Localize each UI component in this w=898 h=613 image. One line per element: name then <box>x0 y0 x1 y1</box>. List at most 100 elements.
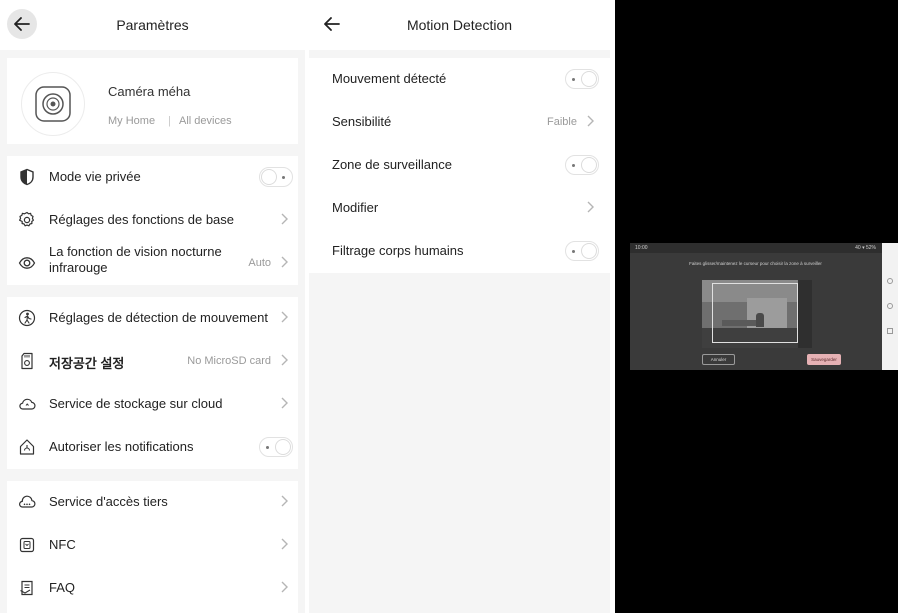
toggle-dot <box>572 250 575 253</box>
motion-row-label: Sensibilité <box>332 114 392 129</box>
page-title: Motion Detection <box>406 17 513 33</box>
settings-row-night-vision[interactable]: La fonction de vision nocturne infraroug… <box>7 242 298 285</box>
motion-row-edit[interactable]: Modifier <box>309 187 610 230</box>
settings-row-nfc[interactable]: NFC <box>7 524 298 567</box>
status-indicators: 40 ▾ 52% <box>855 245 876 251</box>
settings-row-cloud-storage[interactable]: Service de stockage sur cloud <box>7 383 298 426</box>
chevron-right-icon <box>281 495 288 507</box>
save-button[interactable]: Sauvegarder <box>807 354 841 365</box>
motion-row-detected[interactable]: Mouvement détecté <box>309 58 610 101</box>
camera-device-image <box>21 72 85 136</box>
third-party-cloud-icon <box>19 495 36 508</box>
sensitivity-value: Faible <box>547 116 577 128</box>
settings-group-2: Réglages de détection de mouvement 저장공간 … <box>7 297 298 469</box>
toggle-dot <box>572 78 575 81</box>
motion-row-label: Mouvement détecté <box>332 71 447 86</box>
motion-row-sensitivity[interactable]: Sensibilité Faible <box>309 101 610 144</box>
chevron-right-icon <box>281 397 288 409</box>
preview-column <box>798 280 812 348</box>
status-time: 10:00 <box>635 245 648 251</box>
chevron-right-icon <box>281 256 288 268</box>
cancel-button[interactable]: Annuler <box>702 354 735 365</box>
toggle-knob <box>581 157 597 173</box>
eye-icon <box>18 257 36 269</box>
settings-row-label: La fonction de vision nocturne infraroug… <box>49 244 222 275</box>
nfc-icon <box>19 537 35 553</box>
motion-row-label: Filtrage corps humains <box>332 243 464 258</box>
night-vision-value: Auto <box>248 257 271 269</box>
device-name: Caméra méha <box>108 84 191 99</box>
settings-row-label: Autoriser les notifications <box>49 439 194 454</box>
settings-row-label: Réglages des fonctions de base <box>49 212 235 227</box>
back-nav-icon[interactable] <box>887 328 893 334</box>
settings-row-label: 저장공간 설정 <box>49 356 125 371</box>
zone-editor-screen: 10:00 40 ▾ 52% Faites glisser/maintenez … <box>630 243 898 370</box>
chevron-right-icon <box>281 581 288 593</box>
settings-row-motion-detection[interactable]: Réglages de détection de mouvement <box>7 297 298 340</box>
human-filter-toggle[interactable] <box>565 241 599 261</box>
faq-icon <box>20 580 33 596</box>
zone-instruction: Faites glisser/maintenez le curseur pour… <box>689 261 822 266</box>
privacy-mode-toggle[interactable] <box>259 167 293 187</box>
motion-row-zone[interactable]: Zone de surveillance <box>309 144 610 187</box>
cloud-icon <box>19 398 36 410</box>
settings-row-label: Service de stockage sur cloud <box>49 396 223 411</box>
settings-row-storage[interactable]: 저장공간 설정 No MicroSD card <box>7 340 298 383</box>
camera-preview <box>702 280 812 348</box>
settings-row-privacy-mode[interactable]: Mode vie privée <box>7 156 298 199</box>
motion-row-human-filter[interactable]: Filtrage corps humains <box>309 230 610 273</box>
chevron-right-icon <box>281 354 288 366</box>
storage-value: No MicroSD card <box>187 355 271 367</box>
notification-icon <box>19 439 35 455</box>
home-icon[interactable] <box>887 303 893 309</box>
surveillance-zone-toggle[interactable] <box>565 155 599 175</box>
toggle-dot <box>572 164 575 167</box>
settings-group-3: Service d'accès tiers NFC FAQ <box>7 481 298 613</box>
gear-icon <box>19 211 34 227</box>
page-title: Paramètres <box>116 17 189 33</box>
settings-row-faq[interactable]: FAQ <box>7 567 298 610</box>
settings-group-1: Mode vie privée Réglages des fonctions d… <box>7 156 298 285</box>
chevron-right-icon <box>281 311 288 323</box>
motion-header: Motion Detection <box>309 0 610 50</box>
motion-row-label: Zone de surveillance <box>332 157 452 172</box>
motion-detection-panel: Motion Detection Mouvement détecté Sensi… <box>309 0 610 613</box>
device-location: My Home <box>108 115 156 127</box>
settings-row-third-party[interactable]: Service d'accès tiers <box>7 481 298 524</box>
settings-row-label: Réglages de détection de mouvement <box>49 310 268 325</box>
device-card[interactable]: Caméra méha My Home | All devices <box>7 58 298 144</box>
toggle-knob <box>275 439 291 455</box>
motion-settings-card: Mouvement détecté Sensibilité Faible Zon… <box>309 58 610 273</box>
android-nav-bar <box>882 243 898 370</box>
motion-detected-toggle[interactable] <box>565 69 599 89</box>
toggle-dot <box>282 176 285 179</box>
settings-row-label: Service d'accès tiers <box>49 494 168 509</box>
toggle-knob <box>581 243 597 259</box>
chevron-right-icon <box>281 538 288 550</box>
toggle-knob <box>261 169 277 185</box>
notifications-toggle[interactable] <box>259 437 293 457</box>
device-group: All devices <box>179 115 232 127</box>
toggle-dot <box>266 446 269 449</box>
zone-selection-frame[interactable] <box>712 283 798 343</box>
settings-header: Paramètres <box>0 0 305 50</box>
status-bar: 10:00 40 ▾ 52% <box>630 243 882 253</box>
privacy-shield-icon <box>20 168 34 186</box>
motion-person-icon <box>18 309 36 327</box>
zone-editor-panel: 10:00 40 ▾ 52% Faites glisser/maintenez … <box>615 0 898 613</box>
settings-row-label: NFC <box>49 537 76 552</box>
device-separator: | <box>168 115 171 127</box>
chevron-right-icon <box>281 213 288 225</box>
chevron-right-icon <box>587 115 594 127</box>
settings-row-label: Mode vie privée <box>49 169 141 184</box>
settings-row-label: FAQ <box>49 580 76 595</box>
chevron-right-icon <box>587 201 594 213</box>
settings-panel: Paramètres Caméra méha My Home | All dev… <box>0 0 305 613</box>
recent-apps-icon[interactable] <box>887 278 893 284</box>
camera-icon <box>35 86 71 122</box>
settings-row-basic-functions[interactable]: Réglages des fonctions de base <box>7 199 298 242</box>
sd-card-icon <box>21 352 33 370</box>
motion-row-label: Modifier <box>332 200 379 215</box>
settings-row-notifications[interactable]: Autoriser les notifications <box>7 426 298 469</box>
toggle-knob <box>581 71 597 87</box>
